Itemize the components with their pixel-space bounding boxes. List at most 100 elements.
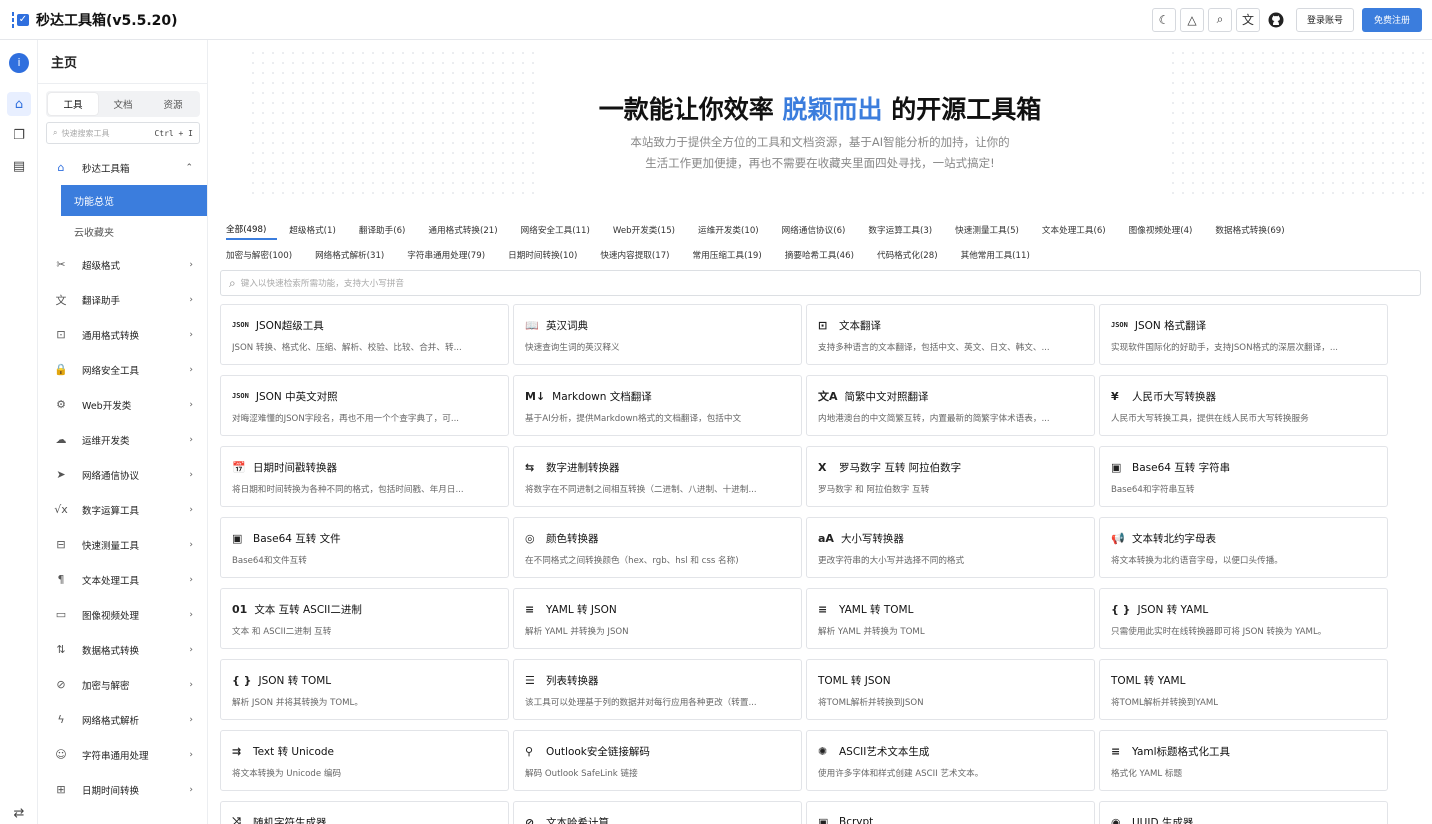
translate-icon[interactable]: 文: [1235, 7, 1260, 32]
tool-card[interactable]: TOML 转 JSON 将TOML解析并转换到JSON: [806, 659, 1095, 720]
tool-card[interactable]: JSON JSON 格式翻译 实现软件国际化的好助手，支持JSON格式的深层次翻译，…: [1099, 304, 1388, 365]
tool-card[interactable]: ¥ 人民币大写转换器 人民币大写转换工具，提供在线人民币大写转换服务: [1099, 375, 1388, 436]
sidebar-item[interactable]: ⊡ 通用格式转换 ›: [38, 317, 207, 352]
tool-card[interactable]: ▣ Base64 互转 字符串 Base64和字符串互转: [1099, 446, 1388, 507]
category-tab[interactable]: 其他常用工具(11): [961, 245, 1041, 265]
chevron-right-icon: ›: [189, 504, 193, 515]
sidebar-sub-favorites[interactable]: 云收藏夹: [61, 216, 207, 247]
string-icon: ☺: [55, 748, 67, 761]
tool-card[interactable]: ⚲ Outlook安全链接解码 解码 Outlook SafeLink 链接: [513, 730, 802, 791]
category-tab[interactable]: 代码格式化(28): [877, 245, 949, 265]
sidebar-item[interactable]: ✂ 超级格式 ›: [38, 247, 207, 282]
avatar[interactable]: i: [9, 53, 29, 73]
sidebar-item[interactable]: ⇅ 数据格式转换 ›: [38, 632, 207, 667]
category-tab[interactable]: 数字运算工具(3): [868, 220, 943, 240]
tool-card[interactable]: JSON JSON超级工具 JSON 转换、格式化、压缩、解析、校验、比较、合并、转…: [220, 304, 509, 365]
search-zoom-icon[interactable]: ⌕: [1207, 7, 1232, 32]
category-tab[interactable]: Web开发类(15): [613, 220, 686, 240]
tool-card[interactable]: TOML 转 YAML 将TOML解析并转换到YAML: [1099, 659, 1388, 720]
tool-card[interactable]: ⇆ 数字进制转换器 将数字在不同进制之间相互转换（二进制、八进制、十进制...: [513, 446, 802, 507]
sidebar-item[interactable]: √x 数字运算工具 ›: [38, 492, 207, 527]
category-tab[interactable]: 快速内容提取(17): [600, 245, 680, 265]
tool-card[interactable]: ✺ ASCII艺术文本生成 使用许多字体和样式创建 ASCII 艺术文本。: [806, 730, 1095, 791]
tool-search-input[interactable]: ⌕ 键入以快速检索所需功能，支持大小写拼音: [220, 270, 1421, 296]
sidebar-item[interactable]: ☁ 运维开发类 ›: [38, 422, 207, 457]
category-tab[interactable]: 常用压缩工具(19): [693, 245, 773, 265]
tool-card[interactable]: JSON JSON 中英文对照 对晦涩难懂的JSON字段名，再也不用一个个查字典了，…: [220, 375, 509, 436]
sidebar-item[interactable]: ⊞ 日期时间转换 ›: [38, 772, 207, 807]
sidebar-item[interactable]: 文 翻译助手 ›: [38, 282, 207, 317]
sidebar-sub-overview[interactable]: 功能总览: [61, 185, 207, 216]
sidebar-item[interactable]: ⊟ 快速测量工具 ›: [38, 527, 207, 562]
category-tab[interactable]: 快速测量工具(5): [955, 220, 1030, 240]
category-tab[interactable]: 翻译助手(6): [359, 220, 417, 240]
category-tab[interactable]: 文本处理工具(6): [1042, 220, 1117, 240]
tool-card[interactable]: ⤨ 随机字符生成器: [220, 801, 509, 824]
github-icon[interactable]: [1263, 7, 1288, 32]
tool-card[interactable]: ◉ UUID 生成器: [1099, 801, 1388, 824]
app-logo[interactable]: ✓ 秒达工具箱(v5.5.20): [10, 10, 178, 30]
sidebar-item[interactable]: ⊘ 加密与解密 ›: [38, 667, 207, 702]
tab-resources[interactable]: 资源: [148, 93, 198, 115]
login-button[interactable]: 登录账号: [1295, 7, 1354, 32]
sidebar-item[interactable]: ⚙ Web开发类 ›: [38, 387, 207, 422]
tool-icon: ≡: [818, 602, 828, 616]
category-tab[interactable]: 数据格式转换(69): [1215, 220, 1295, 240]
tool-card[interactable]: { } JSON 转 YAML 只需使用此实时在线转换器即可将 JSON 转换为 Y…: [1099, 588, 1388, 649]
store-icon[interactable]: ▤: [7, 154, 31, 178]
tool-card[interactable]: ⊡ 文本翻译 支持多种语言的文本翻译，包括中文、英文、日文、韩文、...: [806, 304, 1095, 365]
sidebar-item[interactable]: 🔒 网络安全工具 ›: [38, 352, 207, 387]
tool-card[interactable]: 01 文本 互转 ASCII二进制 文本 和 ASCII二进制 互转: [220, 588, 509, 649]
tool-card[interactable]: 📖 英汉词典 快速查询生词的英汉释义: [513, 304, 802, 365]
sidebar-item[interactable]: ☺ 字符串通用处理 ›: [38, 737, 207, 772]
home-icon[interactable]: ⌂: [7, 92, 31, 116]
tool-card[interactable]: ▣ Base64 互转 文件 Base64和文件互转: [220, 517, 509, 578]
sidebar-item[interactable]: ϟ 网络格式解析 ›: [38, 702, 207, 737]
sidebar-item[interactable]: ▭ 图像视频处理 ›: [38, 597, 207, 632]
tool-card[interactable]: 📅 日期时间戳转换器 将日期和时间转换为各种不同的格式，包括时间戳、年月日...: [220, 446, 509, 507]
tool-card[interactable]: ≡ YAML 转 JSON 解析 YAML 并转换为 JSON: [513, 588, 802, 649]
category-tab[interactable]: 网络安全工具(11): [521, 220, 601, 240]
tool-card[interactable]: ⇉ Text 转 Unicode 将文本转换为 Unicode 编码: [220, 730, 509, 791]
tool-card[interactable]: ▣ Bcrypt: [806, 801, 1095, 824]
moon-icon[interactable]: ☾: [1151, 7, 1176, 32]
tool-card[interactable]: ☰ 列表转换器 该工具可以处理基于列的数据并对每行应用各种更改（转置...: [513, 659, 802, 720]
tool-icon: ▣: [232, 531, 243, 545]
tool-card[interactable]: { } JSON 转 TOML 解析 JSON 并将其转换为 TOML。: [220, 659, 509, 720]
tool-card-title: 📅 日期时间戳转换器: [232, 458, 497, 476]
sidebar-group-toolbox[interactable]: ⌂ 秒达工具箱 ⌃: [38, 150, 207, 185]
swap-icon[interactable]: ⇄: [7, 801, 31, 824]
tab-tools[interactable]: 工具: [48, 93, 98, 115]
category-tab[interactable]: 通用格式转换(21): [428, 220, 508, 240]
category-tab[interactable]: 网络通信协议(6): [782, 220, 857, 240]
sidebar-item[interactable]: ➤ 网络通信协议 ›: [38, 457, 207, 492]
tool-card[interactable]: 文A 简繁中文对照翻译 内地港澳台的中文简繁互转，内置最新的简繁字体术语表，...: [806, 375, 1095, 436]
category-tab[interactable]: 超级格式(1): [289, 220, 347, 240]
category-tab[interactable]: 网络格式解析(31): [315, 245, 395, 265]
tool-card[interactable]: ⊘ 文本哈希计算: [513, 801, 802, 824]
alert-icon[interactable]: △: [1179, 7, 1204, 32]
tool-card[interactable]: 📢 文本转北约字母表 将文本转换为北约语音字母，以便口头传播。: [1099, 517, 1388, 578]
category-tab[interactable]: 加密与解密(100): [226, 245, 303, 265]
category-tab[interactable]: 摘要哈希工具(46): [785, 245, 865, 265]
category-tab[interactable]: 字符串通用处理(79): [407, 245, 496, 265]
tool-title: Base64 互转 字符串: [1132, 461, 1231, 474]
tool-card[interactable]: X 罗马数字 互转 阿拉伯数字 罗马数字 和 阿拉伯数字 互转: [806, 446, 1095, 507]
tab-docs[interactable]: 文档: [98, 93, 148, 115]
sidebar-search-input[interactable]: ⌕ 快速搜索工具 Ctrl + I: [46, 122, 200, 144]
sidebar-item[interactable]: ¶ 文本处理工具 ›: [38, 562, 207, 597]
docs-icon[interactable]: ❐: [7, 123, 31, 147]
tool-card-title: 文A 简繁中文对照翻译: [818, 387, 1083, 405]
category-tab[interactable]: 图像视频处理(4): [1129, 220, 1204, 240]
tool-card[interactable]: ≡ YAML 转 TOML 解析 YAML 并转换为 TOML: [806, 588, 1095, 649]
tool-card[interactable]: aA 大小写转换器 更改字符串的大小写并选择不同的格式: [806, 517, 1095, 578]
tool-card[interactable]: ≡ Yaml标题格式化工具 格式化 YAML 标题: [1099, 730, 1388, 791]
register-button[interactable]: 免费注册: [1361, 7, 1422, 32]
tool-icon: ⚲: [525, 744, 534, 758]
tool-title: Base64 互转 文件: [253, 532, 341, 545]
category-tab[interactable]: 日期时间转换(10): [508, 245, 588, 265]
tool-card[interactable]: ◎ 颜色转换器 在不同格式之间转换颜色（hex、rgb、hsl 和 css 名称): [513, 517, 802, 578]
category-tab[interactable]: 运维开发类(10): [698, 220, 770, 240]
tool-card[interactable]: M↓ Markdown 文档翻译 基于AI分析，提供Markdown格式的文档翻译，…: [513, 375, 802, 436]
category-tab[interactable]: 全部(498): [226, 220, 278, 240]
